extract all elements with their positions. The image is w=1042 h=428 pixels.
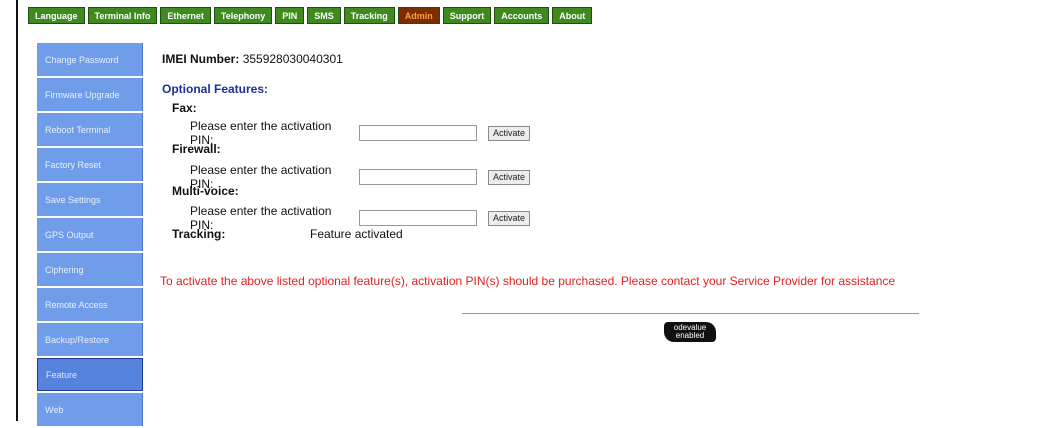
fax-activate-button[interactable]: Activate [488,125,530,141]
sidebar-item-save-settings[interactable]: Save Settings [37,183,143,216]
sidebar: Change Password Firmware Upgrade Reboot … [37,43,143,428]
divider [462,313,919,314]
feature-label-firewall: Firewall: [172,142,221,156]
sidebar-item-backup-restore[interactable]: Backup/Restore [37,323,143,356]
sidebar-item-gps-output[interactable]: GPS Output [37,218,143,251]
sidebar-item-feature[interactable]: Feature [37,358,143,391]
enabled-badge-logo: odevalue enabled [664,322,716,342]
firewall-activate-button[interactable]: Activate [488,169,530,185]
left-border-line [16,0,18,421]
sidebar-item-ciphering[interactable]: Ciphering [37,253,143,286]
firewall-pin-row: Please enter the activation PIN: Activat… [190,163,530,191]
sidebar-item-remote-access[interactable]: Remote Access [37,288,143,321]
feature-label-fax: Fax: [172,101,197,115]
feature-label-tracking: Tracking: [172,227,226,241]
multi-voice-pin-input[interactable] [359,210,477,226]
multi-voice-activate-button[interactable]: Activate [488,210,530,226]
sidebar-item-firmware-upgrade[interactable]: Firmware Upgrade [37,78,143,111]
tracking-status: Feature activated [310,227,403,241]
fax-pin-row: Please enter the activation PIN: Activat… [190,119,530,147]
imei-row: IMEI Number: 355928030040301 [162,52,343,66]
feature-label-multi-voice: Multi-voice: [172,184,239,198]
main-content: IMEI Number: 355928030040301 Optional Fe… [160,0,1042,421]
sidebar-item-change-password[interactable]: Change Password [37,43,143,76]
purchase-notice: To activate the above listed optional fe… [160,274,896,288]
fax-pin-input[interactable] [359,125,477,141]
tab-terminal-info[interactable]: Terminal Info [87,7,158,24]
imei-value: 355928030040301 [242,52,343,66]
sidebar-item-web[interactable]: Web [37,393,143,426]
tab-language[interactable]: Language [28,7,85,24]
badge-line-2: enabled [675,331,705,340]
sidebar-item-reboot-terminal[interactable]: Reboot Terminal [37,113,143,146]
imei-label: IMEI Number: [162,52,240,66]
optional-features-title: Optional Features: [162,82,269,96]
sidebar-item-factory-reset[interactable]: Factory Reset [37,148,143,181]
firewall-pin-input[interactable] [359,169,477,185]
